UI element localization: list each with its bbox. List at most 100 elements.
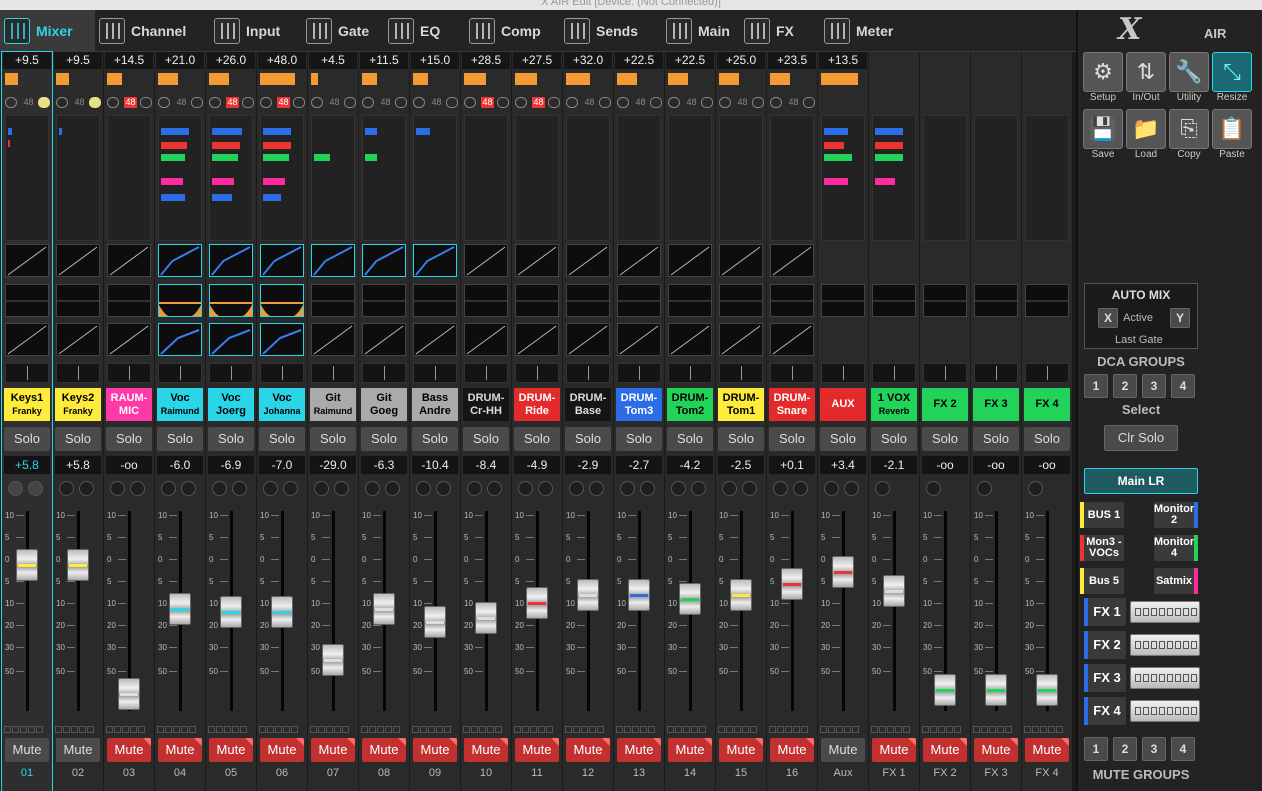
dynamics-curve-button[interactable] [515, 323, 559, 356]
phantom-power-button[interactable]: 48 [175, 97, 188, 108]
link-icon[interactable] [89, 97, 101, 108]
pan-control[interactable] [362, 363, 406, 383]
fader[interactable]: 10 5 0 5 10 20 30 50 [563, 507, 613, 727]
mute-button[interactable]: Mute [5, 738, 49, 762]
link-icon[interactable] [242, 97, 254, 108]
eq-curve-button[interactable] [362, 284, 406, 317]
gain-readout[interactable]: +22.5 [615, 52, 663, 69]
solo-button[interactable]: Solo [157, 427, 203, 451]
fader-cap[interactable] [883, 575, 905, 608]
link-icon[interactable] [446, 97, 458, 108]
eq-curve-button[interactable] [56, 284, 100, 317]
channel-name[interactable]: DRUM- Snare [769, 388, 815, 421]
gate-curve-button[interactable] [770, 244, 814, 277]
dynamics-curve-button[interactable] [362, 323, 406, 356]
fader[interactable]: 10 5 0 5 10 20 30 50 [461, 507, 511, 727]
fader-cap[interactable] [679, 583, 701, 615]
fx-1-preview-icon[interactable] [1130, 601, 1200, 623]
mute-button[interactable]: Mute [107, 738, 151, 762]
pan-control[interactable] [464, 363, 508, 383]
phantom-power-button[interactable]: 48 [328, 97, 341, 108]
resize-button[interactable]: ⤡ Resize [1211, 52, 1253, 103]
pan-control[interactable] [974, 363, 1018, 383]
eq-sends-view[interactable] [464, 115, 508, 241]
pan-control[interactable] [515, 363, 559, 383]
clr-solo-button[interactable]: Clr Solo [1104, 425, 1178, 451]
dynamics-curve-button[interactable] [56, 323, 100, 356]
solo-button[interactable]: Solo [1024, 427, 1070, 451]
link-icon[interactable] [191, 97, 203, 108]
eq-curve-button[interactable] [668, 284, 712, 317]
eq-curve-button[interactable] [770, 284, 814, 317]
link-icon[interactable] [140, 97, 152, 108]
eq-sends-view[interactable] [209, 115, 253, 241]
eq-curve-button[interactable] [923, 284, 967, 317]
mute-button[interactable]: Mute [209, 738, 253, 762]
gate-curve-button[interactable] [617, 244, 661, 277]
fader-cap[interactable] [832, 556, 854, 589]
fader[interactable]: 10 5 0 5 10 20 30 50 [410, 507, 460, 727]
mute-group-3-button[interactable]: 3 [1142, 737, 1166, 761]
eq-sends-view[interactable] [5, 115, 49, 241]
solo-button[interactable]: Solo [463, 427, 509, 451]
solo-button[interactable]: Solo [106, 427, 152, 451]
fader[interactable]: 10 5 0 5 10 20 30 50 [665, 507, 715, 727]
pan-control[interactable] [311, 363, 355, 383]
gain-readout[interactable]: +11.5 [360, 52, 408, 69]
tab-input[interactable]: Input [210, 10, 302, 52]
link-icon[interactable] [548, 97, 560, 108]
gain-readout[interactable]: +23.5 [768, 52, 816, 69]
pan-control[interactable] [923, 363, 967, 383]
tab-fx[interactable]: FX [740, 10, 820, 52]
eq-curve-button[interactable] [1025, 284, 1069, 317]
eq-curve-button[interactable] [464, 284, 508, 317]
phase-invert-icon[interactable] [5, 97, 17, 108]
solo-button[interactable]: Solo [565, 427, 611, 451]
link-icon[interactable] [650, 97, 662, 108]
gain-readout[interactable]: +13.5 [819, 52, 867, 69]
mute-group-2-button[interactable]: 2 [1113, 737, 1137, 761]
eq-curve-button[interactable] [872, 284, 916, 317]
eq-sends-view[interactable] [311, 115, 355, 241]
dynamics-curve-button[interactable] [413, 323, 457, 356]
channel-name[interactable]: Voc Johanna [259, 388, 305, 421]
fader[interactable]: 10 5 0 5 10 20 30 50 [257, 507, 307, 727]
dca-group-1-button[interactable]: 1 [1084, 374, 1108, 398]
eq-sends-view[interactable] [158, 115, 202, 241]
tab-sends[interactable]: Sends [560, 10, 662, 52]
fx-1-button[interactable]: FX 1 [1084, 598, 1126, 626]
fader[interactable]: 10 5 0 5 10 20 30 50 [512, 507, 562, 727]
link-icon[interactable] [395, 97, 407, 108]
eq-sends-view[interactable] [260, 115, 304, 241]
dca-group-3-button[interactable]: 3 [1142, 374, 1166, 398]
mute-button[interactable]: Mute [566, 738, 610, 762]
eq-curve-button[interactable] [260, 284, 304, 317]
fader[interactable]: 10 5 0 5 10 20 30 50 [155, 507, 205, 727]
pan-control[interactable] [770, 363, 814, 383]
fader[interactable]: 10 5 0 5 10 20 30 50 [359, 507, 409, 727]
tab-mixer[interactable]: Mixer [0, 10, 95, 52]
phantom-power-button[interactable]: 48 [481, 97, 494, 108]
eq-sends-view[interactable] [1025, 115, 1069, 241]
pan-control[interactable] [1025, 363, 1069, 383]
dca-group-2-button[interactable]: 2 [1113, 374, 1137, 398]
phase-invert-icon[interactable] [413, 97, 425, 108]
fader-cap[interactable] [271, 596, 293, 629]
link-icon[interactable] [701, 97, 713, 108]
fader-cap[interactable] [526, 586, 548, 619]
eq-sends-view[interactable] [56, 115, 100, 241]
tab-eq[interactable]: EQ [384, 10, 465, 52]
channel-name[interactable]: Voc Joerg [208, 388, 254, 421]
pan-control[interactable] [56, 363, 100, 383]
channel-name[interactable]: Git Raimund [310, 388, 356, 421]
mute-button[interactable]: Mute [56, 738, 100, 762]
pan-control[interactable] [107, 363, 151, 383]
solo-button[interactable]: Solo [820, 427, 866, 451]
setup-button[interactable]: ⚙ Setup [1082, 52, 1124, 103]
mute-button[interactable]: Mute [464, 738, 508, 762]
fader-cap[interactable] [934, 674, 956, 707]
gain-readout[interactable]: +15.0 [411, 52, 459, 69]
fader[interactable]: 10 5 0 5 10 20 30 50 [53, 507, 103, 727]
fx-3-preview-icon[interactable] [1130, 667, 1200, 689]
phase-invert-icon[interactable] [719, 97, 731, 108]
